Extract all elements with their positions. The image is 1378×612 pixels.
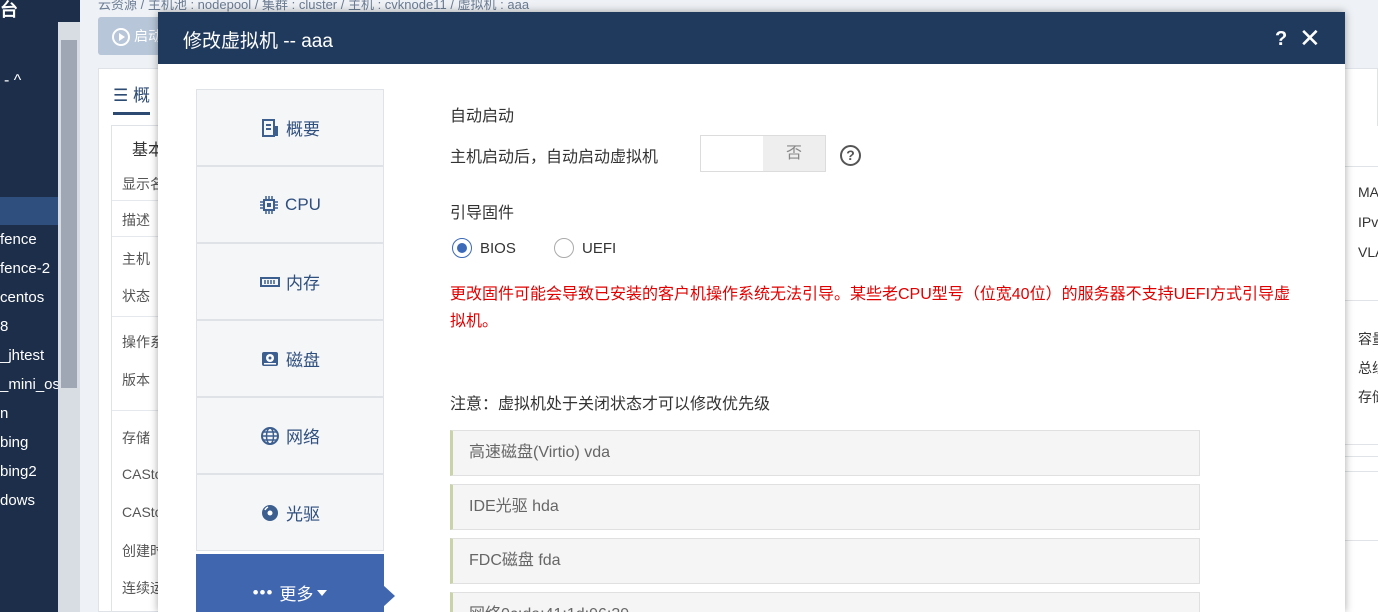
disk-label: 存储 (1358, 389, 1378, 405)
network-label: MA (1358, 184, 1378, 200)
autostart-label: 主机启动后，自动启动虚拟机 (450, 149, 659, 166)
firmware-option-uefi[interactable]: UEFI (554, 238, 616, 258)
dialog-title: 修改虚拟机 -- aaa (183, 31, 333, 52)
nav-item[interactable]: _jhtest (0, 347, 44, 364)
tab-cdrom-label: 光驱 (286, 505, 320, 524)
tab-network-label: 网络 (286, 428, 320, 447)
cpu-icon (259, 195, 279, 215)
nav-collapse-toggle[interactable]: - ^ (4, 72, 21, 90)
row-divider (1344, 471, 1378, 472)
basic-label: 版本 (122, 372, 150, 388)
boot-device-item[interactable]: FDC磁盘 fda (450, 538, 1200, 584)
more-icon: ••• (252, 582, 274, 602)
tab-disk-label: 磁盘 (286, 351, 320, 370)
tab-summary-label: 概要 (286, 120, 320, 139)
nav-item[interactable]: dows (0, 492, 35, 509)
boot-device-item[interactable]: 网络0c:da:41:1d:96:39 (450, 592, 1200, 612)
firmware-option-label: BIOS (480, 239, 516, 257)
left-navigation: 台 - ^ fence fence-2 centos 8 _jhtest _mi… (0, 0, 80, 612)
summary-icon (260, 118, 280, 138)
row-divider (1344, 166, 1378, 167)
nav-item[interactable]: fence-2 (0, 260, 50, 277)
tab-more-label: 更多 (279, 585, 314, 604)
boot-device-item[interactable]: 高速磁盘(Virtio) vda (450, 430, 1200, 476)
nav-item[interactable]: _mini_os (0, 376, 60, 393)
nav-item[interactable]: bing2 (0, 463, 37, 480)
autostart-section-title: 自动启动 (450, 108, 515, 125)
settings-content: 自动启动 主机启动后，自动启动虚拟机 否 ? 引导固件 BIOS UEFI 更改… (450, 12, 1330, 612)
tab-memory[interactable]: 内存 (196, 243, 384, 320)
basic-label: CASto (122, 466, 163, 482)
network-label: IPv (1358, 214, 1378, 230)
firmware-section-title: 引导固件 (450, 205, 515, 222)
disk-icon (260, 349, 280, 369)
basic-label: 存储 (122, 430, 150, 446)
tab-more[interactable]: ••• 更多 (196, 554, 395, 612)
radio-checked-icon (452, 238, 472, 258)
tab-cpu[interactable]: CPU (196, 166, 384, 243)
basic-label: 主机 (122, 251, 150, 267)
nav-scrollbar[interactable] (58, 22, 80, 612)
basic-label: 描述 (122, 212, 150, 228)
nav-scrollbar-thumb[interactable] (61, 40, 77, 388)
background-right-panel: MA IPv VLA 容量 总线 存储 (1344, 126, 1378, 612)
disk-label: 容量 (1358, 331, 1378, 347)
tab-disk[interactable]: 磁盘 (196, 320, 384, 397)
nav-item[interactable]: bing (0, 434, 28, 451)
nav-item[interactable]: fence (0, 231, 37, 248)
radio-unchecked-icon (554, 238, 574, 258)
row-divider (1344, 300, 1378, 301)
tab-cdrom[interactable]: 光驱 (196, 474, 384, 551)
tab-cpu-label: CPU (285, 194, 321, 214)
tab-overview[interactable]: ☰ 概 (113, 81, 150, 115)
boot-priority-note: 注意：虚拟机处于关闭状态才可以修改优先级 (450, 396, 771, 413)
nav-selected-highlight (0, 197, 58, 225)
tab-memory-label: 内存 (286, 274, 320, 293)
basic-label: 状态 (122, 288, 150, 304)
tab-network[interactable]: 网络 (196, 397, 384, 474)
memory-icon (260, 272, 280, 292)
play-icon (112, 28, 130, 47)
autostart-toggle[interactable]: 否 (700, 135, 826, 172)
disk-label: 总线 (1358, 360, 1378, 376)
edit-vm-dialog: 修改虚拟机 -- aaa ? ✕ 概要 CPU 内存 磁盘 网络 光驱 ••• … (158, 12, 1345, 612)
firmware-warning: 更改固件可能会导致已安装的客户机操作系统无法引导。某些老CPU型号（位宽40位）… (450, 286, 1291, 330)
cdrom-icon (260, 503, 280, 523)
help-circle-icon[interactable]: ? (840, 145, 861, 166)
boot-device-item[interactable]: IDE光驱 hda (450, 484, 1200, 530)
nav-item[interactable]: n (0, 405, 8, 422)
firmware-option-bios[interactable]: BIOS (452, 238, 516, 258)
row-divider (1344, 456, 1378, 457)
network-icon (260, 426, 280, 446)
nav-title: 台 (0, 0, 18, 20)
row-divider (1344, 540, 1378, 541)
nav-item[interactable]: 8 (0, 318, 8, 335)
network-label: VLA (1358, 244, 1378, 260)
nav-item[interactable]: centos (0, 289, 44, 306)
chevron-down-icon (317, 589, 328, 596)
row-divider (1344, 444, 1378, 445)
autostart-toggle-value: 否 (763, 136, 825, 171)
firmware-option-label: UEFI (582, 239, 617, 257)
basic-label: CASto (122, 504, 163, 520)
tab-summary[interactable]: 概要 (196, 89, 384, 166)
tab-overview-label: 概 (132, 86, 150, 105)
